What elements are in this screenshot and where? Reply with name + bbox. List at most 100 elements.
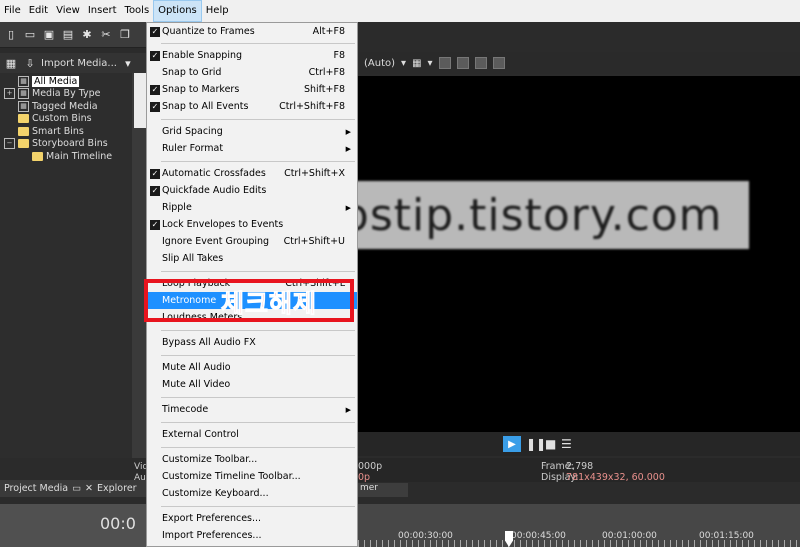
menu-item-shortcut: Alt+F8: [312, 26, 345, 37]
menu-item-snap-to-markers[interactable]: ✓ Snap to Markers Shift+F8: [147, 81, 357, 98]
project-info-2: 0p: [358, 472, 371, 483]
menu-separator: [161, 43, 355, 44]
menu-item-ignore-event-grouping[interactable]: Ignore Event Grouping Ctrl+Shift+U: [147, 233, 357, 250]
tab-trimmer[interactable]: mer: [358, 483, 408, 497]
menu-help[interactable]: Help: [202, 0, 233, 22]
media-grid-icon[interactable]: ▦: [3, 55, 19, 71]
save-icon[interactable]: ▣: [41, 27, 57, 43]
menu-options[interactable]: Options: [153, 0, 202, 22]
menu-item-label: Grid Spacing: [162, 126, 223, 137]
preview-info: 000p 0p Frame: 2,798 Display: 781x439x32…: [358, 458, 800, 483]
menu-separator: [161, 271, 355, 272]
preview-toolbar: (Auto) ▾ ▦ ▾: [358, 52, 800, 74]
menu-item-mute-all-audio[interactable]: Mute All Audio: [147, 359, 357, 376]
tree-item-main-timeline[interactable]: Main Timeline: [32, 150, 112, 163]
checkmark-icon: ✓: [150, 168, 160, 179]
ruler-label: 00:01:15:00: [699, 531, 754, 541]
menu-item-automatic-crossfades[interactable]: ✓ Automatic Crossfades Ctrl+Shift+X: [147, 165, 357, 182]
preview-quality-select[interactable]: (Auto): [364, 58, 395, 69]
chevron-down-icon[interactable]: ▾: [120, 55, 136, 71]
tree-item-label: Custom Bins: [32, 113, 92, 124]
menu-item-label: Automatic Crossfades: [162, 168, 266, 179]
menu-item-label: Ripple: [162, 202, 192, 213]
menu-item-grid-spacing[interactable]: Grid Spacing ▶: [147, 123, 357, 140]
menu-item-label: Snap to All Events: [162, 101, 249, 112]
menu-item-quickfade-audio-edits[interactable]: ✓ Quickfade Audio Edits: [147, 182, 357, 199]
stop-icon[interactable]: ■: [545, 437, 556, 451]
tree-item-storyboard-bins[interactable]: − Storyboard Bins: [4, 137, 108, 150]
main-toolbar: ▯ ▭ ▣ ▤ ✱ ✂ ❐: [0, 22, 146, 48]
menu-item-customize-toolbar[interactable]: Customize Toolbar...: [147, 451, 357, 468]
ruler-label: 00:01:00:00: [602, 531, 657, 541]
external-monitor-icon[interactable]: [492, 57, 505, 69]
menu-item-slip-all-takes[interactable]: Slip All Takes: [147, 250, 357, 267]
menu-item-timecode[interactable]: Timecode ▶: [147, 401, 357, 418]
menu-item-lock-envelopes[interactable]: ✓ Lock Envelopes to Events: [147, 216, 357, 233]
new-file-icon[interactable]: ▯: [3, 27, 19, 43]
menu-file[interactable]: File: [0, 0, 25, 22]
collapse-icon[interactable]: −: [4, 138, 15, 149]
menu-item-external-control[interactable]: External Control: [147, 426, 357, 443]
menu-item-customize-keyboard[interactable]: Customize Keyboard...: [147, 485, 357, 502]
menu-item-import-preferences[interactable]: Import Preferences...: [147, 527, 357, 544]
menu-item-export-preferences[interactable]: Export Preferences...: [147, 510, 357, 527]
menu-item-label: Quickfade Audio Edits: [162, 185, 267, 196]
menu-separator: [161, 397, 355, 398]
bottom-tab-bar: Project Media ▭ ✕ Explorer: [0, 480, 146, 497]
menu-tools[interactable]: Tools: [121, 0, 154, 22]
checkmark-icon: ✓: [150, 101, 160, 112]
open-folder-icon[interactable]: ▭: [22, 27, 38, 43]
play-button[interactable]: ▶: [503, 436, 521, 452]
expand-icon[interactable]: +: [4, 88, 15, 99]
save-snapshot-icon[interactable]: [456, 57, 469, 69]
tree-item-label: Media By Type: [32, 88, 101, 99]
display-icon[interactable]: [474, 57, 487, 69]
close-icon[interactable]: ✕: [85, 483, 93, 494]
menu-item-quantize-to-frames[interactable]: ✓ Quantize to Frames Alt+F8: [147, 23, 357, 40]
folder-icon: [32, 152, 43, 161]
menu-item-snap-to-grid[interactable]: Snap to Grid Ctrl+F8: [147, 64, 357, 81]
menu-item-ripple[interactable]: Ripple ▶: [147, 199, 357, 216]
chevron-down-icon[interactable]: ▾: [428, 58, 433, 69]
tab-project-media[interactable]: Project Media: [4, 483, 68, 494]
menu-item-label: Mute All Video: [162, 379, 231, 390]
menu-view[interactable]: View: [52, 0, 84, 22]
pause-icon[interactable]: ❚❚: [526, 437, 546, 451]
timecode-display: 00:0: [100, 514, 136, 533]
menu-item-label: External Control: [162, 429, 239, 440]
copy-icon[interactable]: ❐: [117, 27, 133, 43]
menu-item-snap-to-all-events[interactable]: ✓ Snap to All Events Ctrl+Shift+F8: [147, 98, 357, 115]
tree-item-label: All Media: [32, 76, 80, 87]
import-media-icon[interactable]: ⇩: [22, 55, 38, 71]
grid-overlay-icon[interactable]: ▦: [412, 58, 421, 69]
menu-item-bypass-audio-fx[interactable]: Bypass All Audio FX: [147, 334, 357, 351]
media-node-icon: ▦: [18, 76, 29, 87]
render-icon[interactable]: ▤: [60, 27, 76, 43]
tree-item-media-by-type[interactable]: + ▦ Media By Type: [4, 87, 101, 100]
menu-item-mute-all-video[interactable]: Mute All Video: [147, 376, 357, 393]
gear-icon[interactable]: ✱: [79, 27, 95, 43]
media-thumbnail[interactable]: [134, 73, 146, 128]
menu-item-label: Export Preferences...: [162, 513, 262, 524]
menu-separator: [161, 355, 355, 356]
copy-snapshot-icon[interactable]: [438, 57, 451, 69]
menu-item-shortcut: Ctrl+Shift+X: [284, 168, 345, 179]
menu-item-enable-snapping[interactable]: ✓ Enable Snapping F8: [147, 47, 357, 64]
menu-separator: [161, 447, 355, 448]
chevron-down-icon[interactable]: ▾: [401, 58, 406, 69]
folder-icon: [18, 114, 29, 123]
tab-explorer[interactable]: Explorer: [97, 483, 137, 494]
menu-lines-icon[interactable]: ☰: [561, 437, 572, 451]
menu-edit[interactable]: Edit: [25, 0, 52, 22]
menu-item-label: Import Preferences...: [162, 530, 262, 541]
ruler-label: 00:00:30:00: [398, 531, 453, 541]
tree-item-custom-bins[interactable]: Custom Bins: [18, 112, 92, 125]
media-tree: ▦ All Media + ▦ Media By Type ▦ Tagged M…: [0, 73, 132, 458]
menu-item-customize-timeline-toolbar[interactable]: Customize Timeline Toolbar...: [147, 468, 357, 485]
import-media-button[interactable]: Import Media...: [41, 58, 117, 69]
scissors-icon[interactable]: ✂: [98, 27, 114, 43]
restore-icon[interactable]: ▭: [72, 483, 81, 494]
menu-item-ruler-format[interactable]: Ruler Format ▶: [147, 140, 357, 157]
tree-item-label: Storyboard Bins: [32, 138, 108, 149]
menu-insert[interactable]: Insert: [84, 0, 121, 22]
